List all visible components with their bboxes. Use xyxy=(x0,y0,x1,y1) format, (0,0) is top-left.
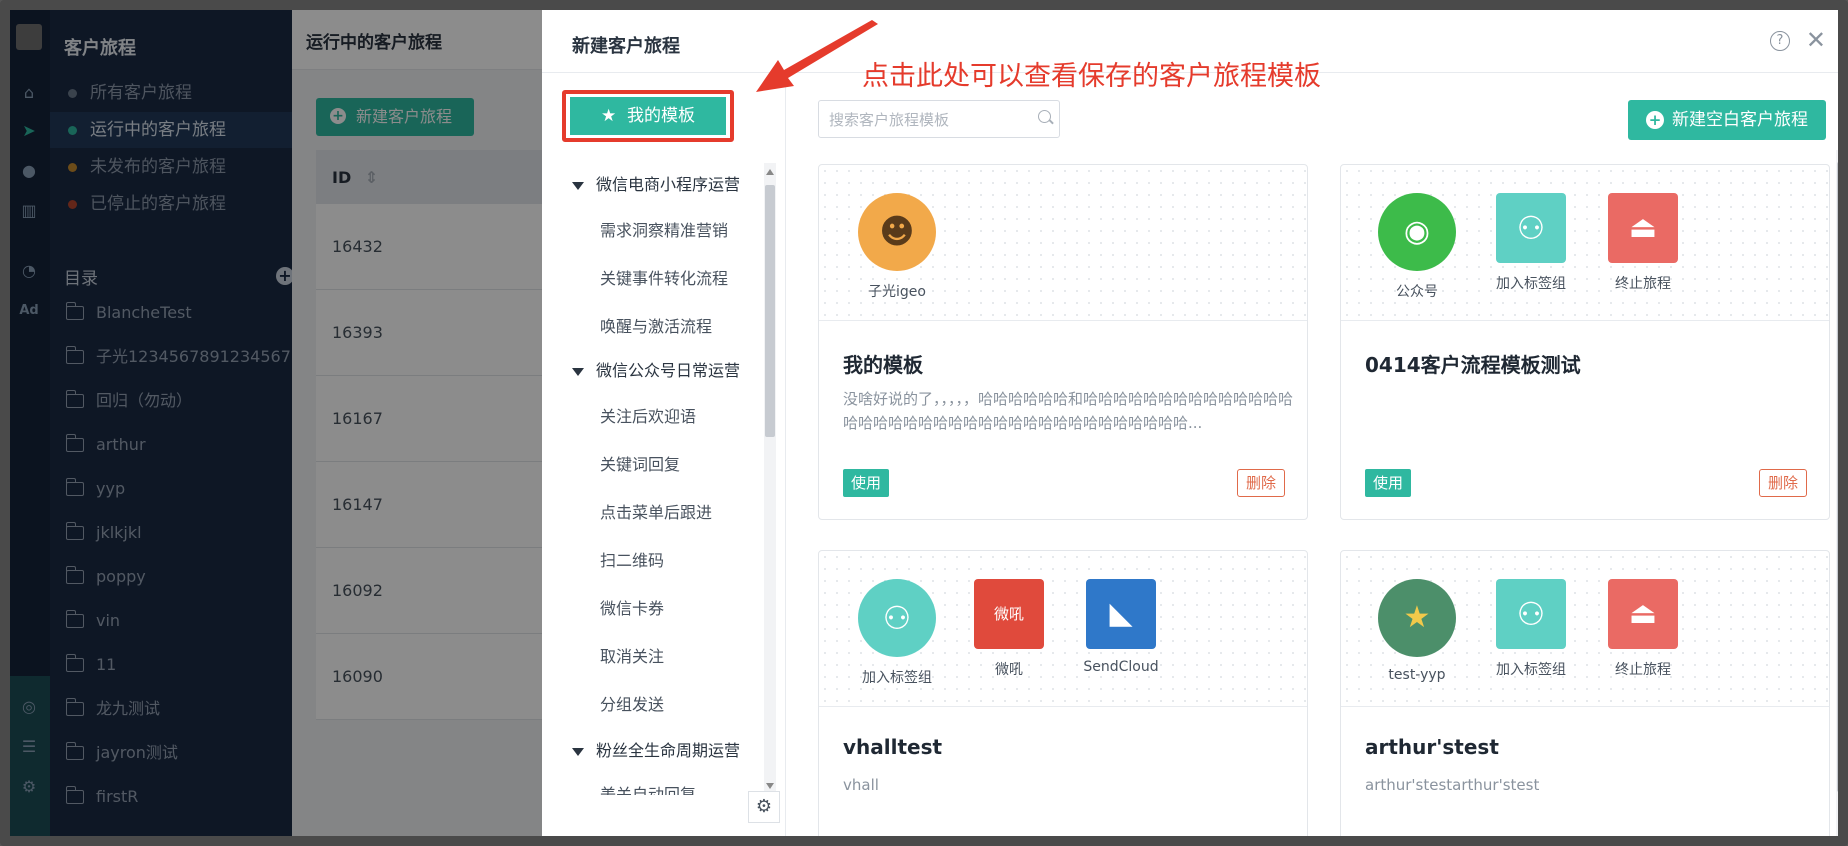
tree-group-fan-lifecycle[interactable]: 粉丝全生命周期运营 xyxy=(572,737,740,761)
flow-node: ◣ SendCloud xyxy=(1081,579,1161,675)
sendcloud-icon: ◣ xyxy=(1086,579,1156,649)
wechat-icon: ◉ xyxy=(1378,193,1456,271)
card-title: arthur'stest xyxy=(1365,735,1499,759)
card-title: vhalltest xyxy=(843,735,943,759)
tree-item[interactable]: 关注后欢迎语 xyxy=(600,403,696,427)
cards-scrollbar[interactable] xyxy=(1836,150,1838,836)
template-card[interactable]: ☻ 子光igeo 我的模板 没啥好说的了，，，，，哈哈哈哈哈哈和哈哈哈哈哈哈哈哈… xyxy=(818,164,1308,520)
add-user-icon: ⚇ xyxy=(1496,579,1566,649)
template-search-input[interactable]: 搜索客户旅程模板 xyxy=(818,100,1060,138)
caret-down-icon xyxy=(572,181,584,190)
scroll-thumb[interactable] xyxy=(765,185,775,437)
tree-item[interactable]: 点击菜单后跟进 xyxy=(600,499,712,523)
flow-node: ⏏ 终止旅程 xyxy=(1603,193,1683,293)
flow-node: ⏏ 终止旅程 xyxy=(1603,579,1683,679)
stop-icon: ⏏ xyxy=(1608,579,1678,649)
stop-icon: ⏏ xyxy=(1608,193,1678,263)
delete-template-button[interactable]: 删除 xyxy=(1236,469,1285,497)
annotation-text: 点击此处可以查看保存的客户旅程模板 xyxy=(862,61,1321,92)
annotation-arrow xyxy=(756,20,878,92)
settings-gear-button[interactable]: ⚙ xyxy=(748,791,780,823)
card-flow-preview: ◉ 公众号 ⚇ 加入标签组 ⏏ 终止旅程 xyxy=(1341,165,1829,321)
tree-item[interactable]: 关键事件转化流程 xyxy=(600,265,728,289)
scroll-down-icon[interactable] xyxy=(766,783,774,789)
app-window: ⌂ ➤ ● ▥ ◔ Ad ◎ ☰ ⚙ 客户旅程 所有客户旅程 运行中的客户旅程 … xyxy=(0,0,1848,846)
flow-node: ⚇ 加入标签组 xyxy=(1491,579,1571,679)
template-card[interactable]: ★ test-yyp ⚇ 加入标签组 ⏏ 终止旅程 arthur'stest a… xyxy=(1340,550,1830,836)
my-templates-button[interactable]: ★ 我的模板 xyxy=(570,97,726,135)
card-flow-preview: ☻ 子光igeo xyxy=(819,165,1307,321)
tree-item[interactable]: 取消关注 xyxy=(600,643,664,667)
use-template-button[interactable]: 使用 xyxy=(1365,469,1412,497)
card-flow-preview: ⚇ 加入标签组 微吼 微吼 ◣ SendCloud xyxy=(819,551,1307,707)
flow-node: ⚇ 加入标签组 xyxy=(1491,193,1571,293)
scroll-up-icon[interactable] xyxy=(766,169,774,175)
star-icon: ★ xyxy=(600,106,617,126)
tree-group-official-account[interactable]: 微信公众号日常运营 xyxy=(572,357,740,381)
delete-template-button[interactable]: 删除 xyxy=(1758,469,1807,497)
tree-item[interactable]: 扫二维码 xyxy=(600,547,664,571)
add-user-icon: ⚇ xyxy=(858,579,936,657)
search-icon xyxy=(1038,110,1051,123)
new-journey-modal: 新建客户旅程 ? ✕ ★ 我的模板 微信电商小程序运营 需求洞察精准营销 关键事… xyxy=(542,10,1838,836)
tree-scrollbar[interactable] xyxy=(764,163,776,795)
template-category-panel: ★ 我的模板 微信电商小程序运营 需求洞察精准营销 关键事件转化流程 唤醒与激活… xyxy=(542,73,786,836)
scroll-thumb[interactable] xyxy=(1837,162,1838,792)
caret-down-icon xyxy=(572,747,584,756)
close-icon[interactable]: ✕ xyxy=(1806,26,1826,54)
card-flow-preview: ★ test-yyp ⚇ 加入标签组 ⏏ 终止旅程 xyxy=(1341,551,1829,707)
card-description: 没啥好说的了，，，，，哈哈哈哈哈哈和哈哈哈哈哈哈哈哈哈哈哈哈哈哈哈哈哈哈哈哈哈哈… xyxy=(843,390,1293,432)
flow-node: ★ test-yyp xyxy=(1377,579,1457,683)
tree-item[interactable]: 关键词回复 xyxy=(600,451,680,475)
modal-backdrop[interactable] xyxy=(10,10,542,836)
add-user-icon: ⚇ xyxy=(1496,193,1566,263)
template-card[interactable]: ◉ 公众号 ⚇ 加入标签组 ⏏ 终止旅程 0414客户流程模板测试 使用 删除 xyxy=(1340,164,1830,520)
modal-title: 新建客户旅程 xyxy=(572,36,680,57)
help-icon[interactable]: ? xyxy=(1770,31,1790,51)
avatar-icon: ☻ xyxy=(858,193,936,271)
tree-group-miniprogram[interactable]: 微信电商小程序运营 xyxy=(572,171,740,195)
card-description: vhall xyxy=(843,776,879,794)
flow-node: 微吼 微吼 xyxy=(969,579,1049,679)
flow-node: ◉ 公众号 xyxy=(1377,193,1457,301)
template-card[interactable]: ⚇ 加入标签组 微吼 微吼 ◣ SendCloud vhalltest vhal… xyxy=(818,550,1308,836)
new-blank-journey-button[interactable]: 新建空白客户旅程 xyxy=(1628,100,1826,140)
tree-item[interactable]: 唤醒与激活流程 xyxy=(600,313,712,337)
caret-down-icon xyxy=(572,367,584,376)
vhall-icon: 微吼 xyxy=(974,579,1044,649)
tree-item[interactable]: 需求洞察精准营销 xyxy=(600,217,728,241)
card-title: 我的模板 xyxy=(843,353,923,377)
card-description: arthur'stestarthur'stest xyxy=(1365,776,1540,794)
card-title: 0414客户流程模板测试 xyxy=(1365,353,1581,377)
star-avatar-icon: ★ xyxy=(1378,579,1456,657)
tree-item[interactable]: 微信卡券 xyxy=(600,595,664,619)
tree-item[interactable]: 美关自动回复 xyxy=(600,781,696,795)
flow-node: ⚇ 加入标签组 xyxy=(857,579,937,687)
use-template-button[interactable]: 使用 xyxy=(843,469,890,497)
card-description xyxy=(1365,387,1815,435)
tree-item[interactable]: 分组发送 xyxy=(600,691,664,715)
flow-node: ☻ 子光igeo xyxy=(857,193,937,301)
